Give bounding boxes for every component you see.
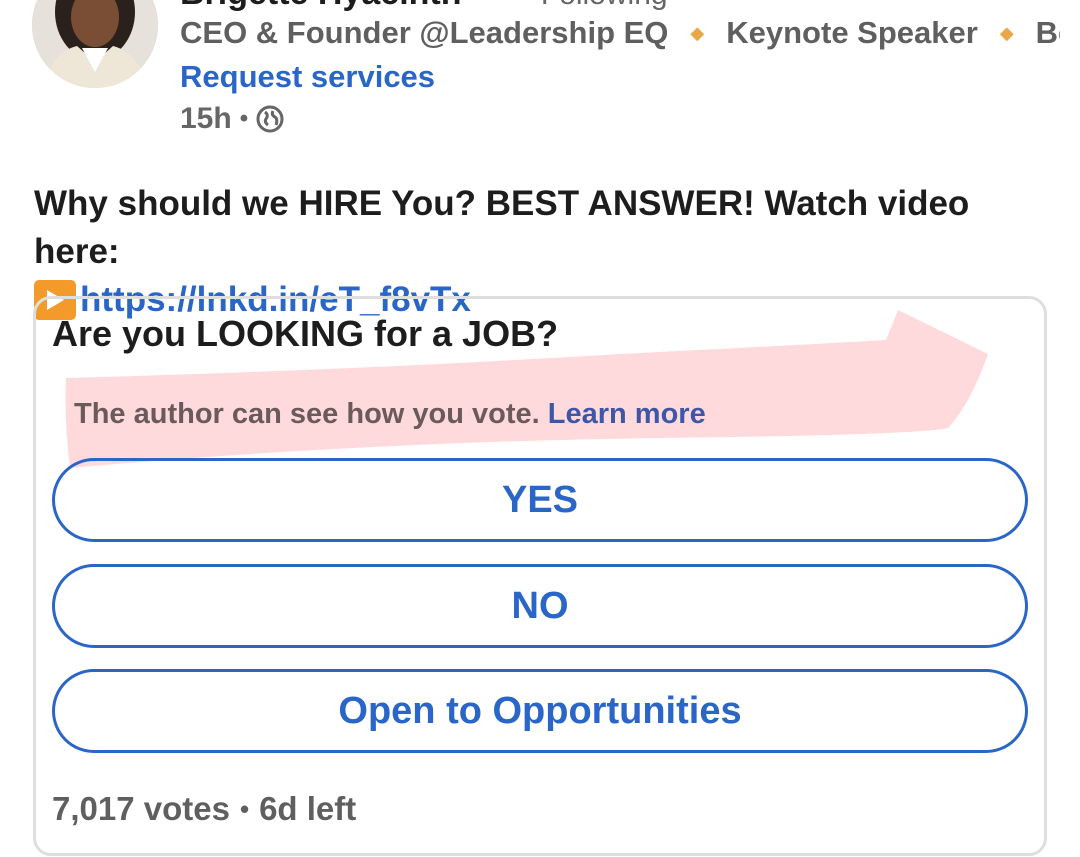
separator-diamond-icon: ◆ (690, 22, 705, 43)
poll-note-text: The author can see how you vote. (74, 398, 540, 430)
separator-diamond-icon: ◆ (999, 22, 1014, 43)
author-headline: CEO & Founder @Leadership EQ ◆ Keynote S… (180, 15, 1060, 51)
poll-time-left: 6d left (259, 790, 357, 827)
headline-part: Be… (1035, 15, 1060, 50)
headline-part: Keynote Speaker (726, 15, 978, 50)
learn-more-link[interactable]: Learn more (548, 398, 706, 430)
post-text: Why should we HIRE You? BEST ANSWER! Wat… (34, 184, 970, 271)
poll-footer: 7,017 votes • 6d left (52, 790, 356, 828)
author-name[interactable]: Brigette Hyacinth (180, 0, 462, 13)
request-services-link[interactable]: Request services (180, 59, 435, 95)
globe-icon (256, 105, 284, 133)
linkedin-post: Brigette Hyacinth • Following CEO & Foun… (0, 0, 1080, 857)
poll-option-no[interactable]: NO (52, 564, 1028, 648)
post-time: 15h (180, 102, 232, 135)
poll-question: Are you LOOKING for a JOB? (52, 313, 559, 354)
meta-dot: • (239, 105, 249, 132)
author-avatar[interactable] (32, 0, 158, 88)
follow-status: • Following (522, 0, 668, 12)
poll-option-yes[interactable]: YES (52, 458, 1028, 542)
footer-dot: • (239, 793, 250, 824)
poll-option-open-to-opportunities[interactable]: Open to Opportunities (52, 669, 1028, 753)
post-meta: 15h • (180, 102, 284, 136)
poll-votes[interactable]: 7,017 votes (52, 790, 230, 828)
headline-part: CEO & Founder @Leadership EQ (180, 15, 669, 50)
poll-privacy-note: The author can see how you vote. Learn m… (74, 398, 706, 431)
